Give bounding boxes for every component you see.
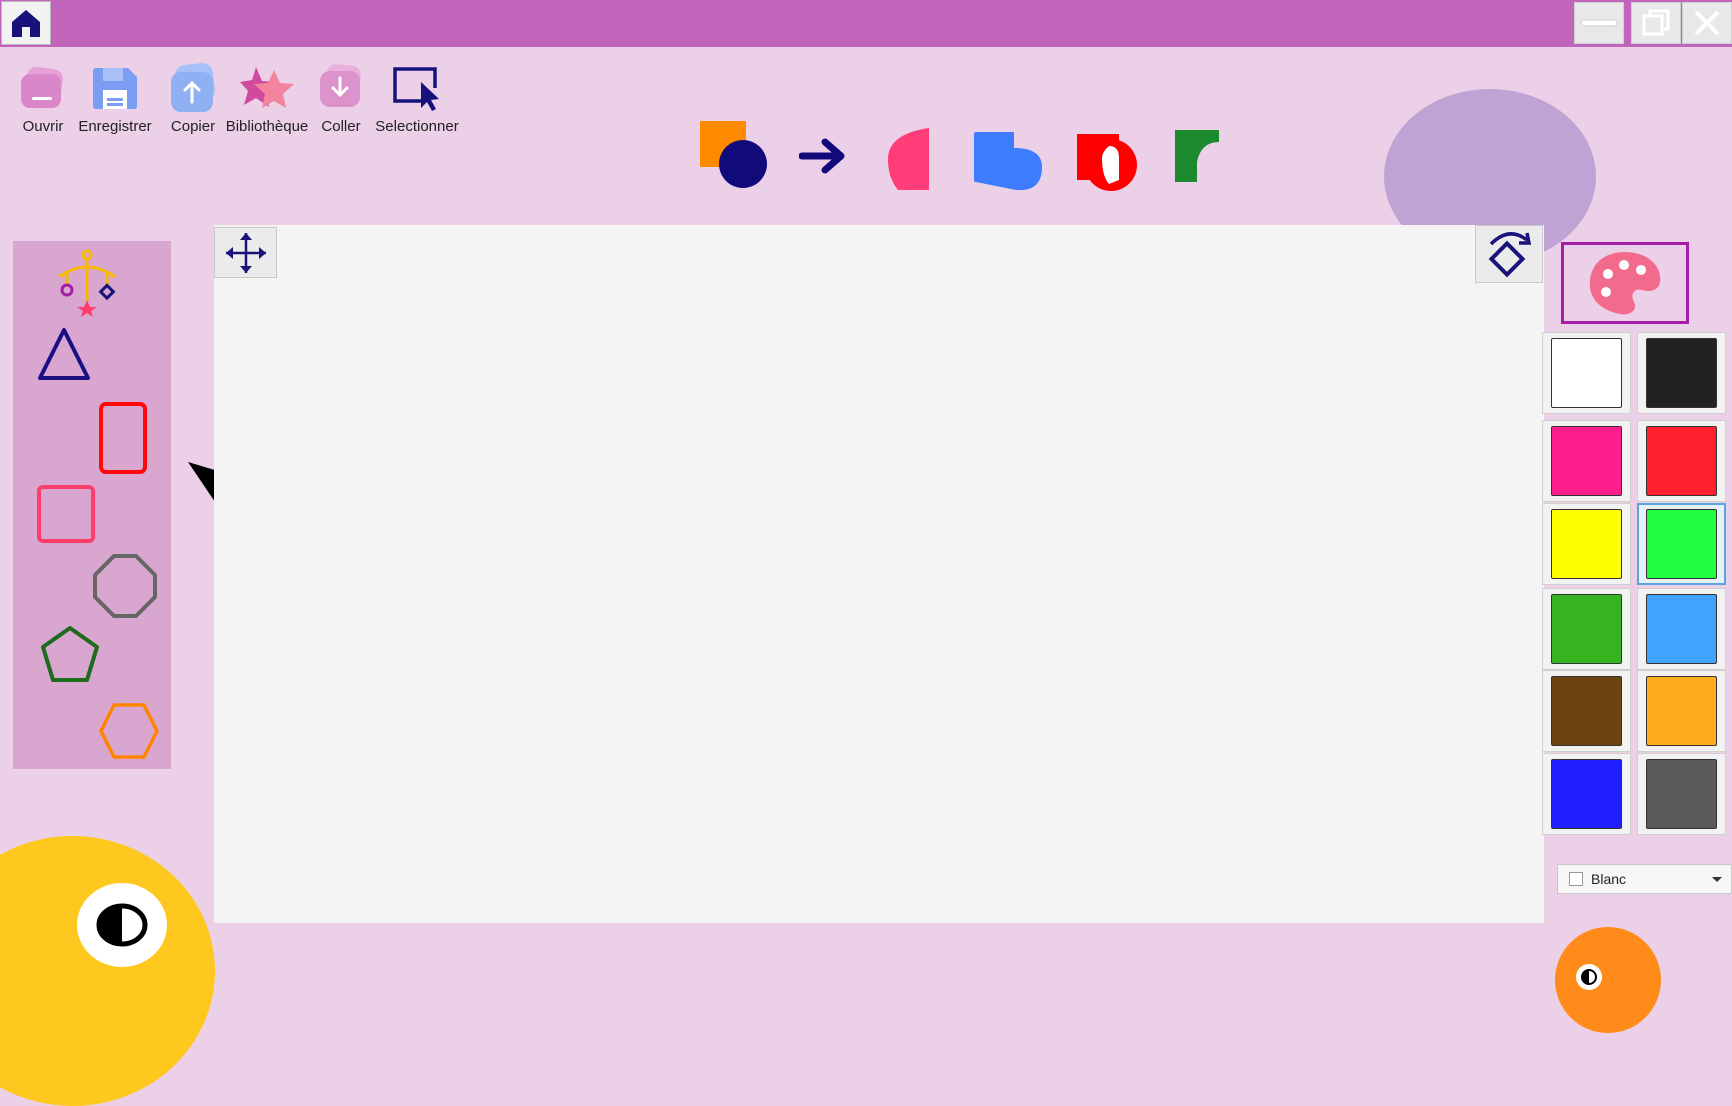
copy-icon: [171, 63, 215, 112]
color-swatch-orange[interactable]: [1637, 670, 1726, 752]
close-icon: [1694, 10, 1720, 36]
color-swatch-fill: [1646, 509, 1717, 579]
half-circle-shape-button[interactable]: [886, 112, 932, 197]
drawing-canvas[interactable]: [214, 225, 1544, 923]
merge-shape-button[interactable]: [972, 112, 1044, 197]
half-circle-icon: [888, 128, 929, 190]
close-button[interactable]: [1682, 2, 1732, 44]
color-swatch-green[interactable]: [1542, 588, 1631, 670]
color-swatch-fill: [1646, 426, 1717, 496]
save-icon: [93, 68, 137, 109]
select-cursor-icon: [393, 67, 439, 111]
copy-button[interactable]: Copier: [167, 58, 219, 135]
color-dropdown-value: Blanc: [1591, 871, 1627, 887]
color-swatch-yellow[interactable]: [1542, 503, 1631, 585]
save-button[interactable]: Enregistrer: [78, 58, 152, 135]
color-swatch-pink[interactable]: [1542, 420, 1631, 502]
chevron-down-icon: [1712, 876, 1722, 882]
rotate-diamond-icon: [1488, 232, 1532, 278]
move-button[interactable]: [214, 227, 277, 278]
paste-label: Coller: [321, 118, 361, 135]
color-swatch-fill: [1646, 676, 1717, 746]
palette-button[interactable]: [1561, 242, 1689, 324]
color-swatch-fill: [1646, 594, 1717, 664]
color-swatch-fill: [1551, 426, 1622, 496]
minimize-button[interactable]: [1574, 2, 1624, 44]
mobile-shapes-icon[interactable]: [55, 247, 119, 317]
color-dropdown[interactable]: Blanc: [1557, 864, 1732, 894]
select-button[interactable]: Selectionner: [374, 58, 460, 135]
paste-icon: [320, 64, 361, 107]
arrow-shape-button[interactable]: [798, 112, 849, 195]
open-label: Ouvrir: [22, 118, 64, 135]
color-swatch-fill: [1551, 759, 1622, 829]
rotate-button[interactable]: [1475, 225, 1543, 283]
color-swatch-fill: [1551, 338, 1622, 408]
square-circle-merge-icon: [974, 132, 1042, 191]
color-swatch-white[interactable]: [1542, 332, 1631, 414]
library-star-icon: [240, 67, 294, 108]
color-swatch-brown[interactable]: [1542, 670, 1631, 752]
color-swatch-bright-green[interactable]: [1637, 503, 1726, 585]
decorative-yellow-blob: [0, 836, 215, 1106]
move-arrows-icon: [225, 232, 266, 273]
contrast-small-icon: [1581, 969, 1597, 985]
decorative-orange-blob: [1555, 927, 1661, 1033]
contrast-toggle-small-button[interactable]: [1576, 964, 1602, 990]
hexagon-icon[interactable]: [98, 702, 160, 760]
copy-label: Copier: [170, 118, 216, 135]
paste-button[interactable]: Coller: [318, 58, 364, 135]
color-swatch-fill: [1551, 509, 1622, 579]
maximize-button[interactable]: [1631, 2, 1681, 44]
save-label: Enregistrer: [78, 118, 152, 135]
home-button[interactable]: [1, 1, 51, 45]
octagon-icon[interactable]: [92, 553, 158, 619]
color-swatch-fill: [1551, 676, 1622, 746]
shapes-panel: [13, 241, 171, 769]
triangle-icon[interactable]: [35, 325, 93, 383]
color-swatch-fill: [1551, 594, 1622, 664]
color-swatch-light-blue[interactable]: [1637, 588, 1726, 670]
square-icon[interactable]: [36, 484, 96, 544]
select-label: Selectionner: [375, 118, 459, 135]
pentagon-icon[interactable]: [39, 624, 101, 686]
library-button[interactable]: Bibliothèque: [224, 58, 310, 135]
palette-icon: [1589, 252, 1661, 315]
minimize-icon: [1580, 19, 1618, 27]
subtract-shape-button[interactable]: [1173, 112, 1223, 197]
title-bar: [0, 0, 1732, 47]
rectangle-icon[interactable]: [98, 401, 148, 475]
difference-shape-button[interactable]: [1075, 112, 1139, 197]
color-swatch-blue[interactable]: [1542, 753, 1631, 835]
home-icon: [12, 10, 40, 37]
open-icon: [21, 66, 64, 108]
open-button[interactable]: Ouvrir: [16, 58, 70, 135]
color-swatch-black[interactable]: [1637, 332, 1726, 414]
square-circle-subtract-icon: [1175, 130, 1219, 182]
contrast-icon: [96, 903, 148, 947]
color-preview-box: [1569, 872, 1583, 886]
color-swatch-fill: [1646, 759, 1717, 829]
union-shape-button[interactable]: [698, 112, 770, 195]
arrow-right-icon: [798, 138, 845, 174]
color-swatch-gray[interactable]: [1637, 753, 1726, 835]
color-swatch-red[interactable]: [1637, 420, 1726, 502]
square-circle-difference-icon: [1077, 134, 1137, 191]
library-label: Bibliothèque: [225, 118, 309, 135]
contrast-toggle-button[interactable]: [77, 883, 167, 967]
maximize-icon: [1642, 9, 1670, 36]
color-swatch-fill: [1646, 338, 1717, 408]
square-circle-union-icon: [700, 121, 767, 188]
